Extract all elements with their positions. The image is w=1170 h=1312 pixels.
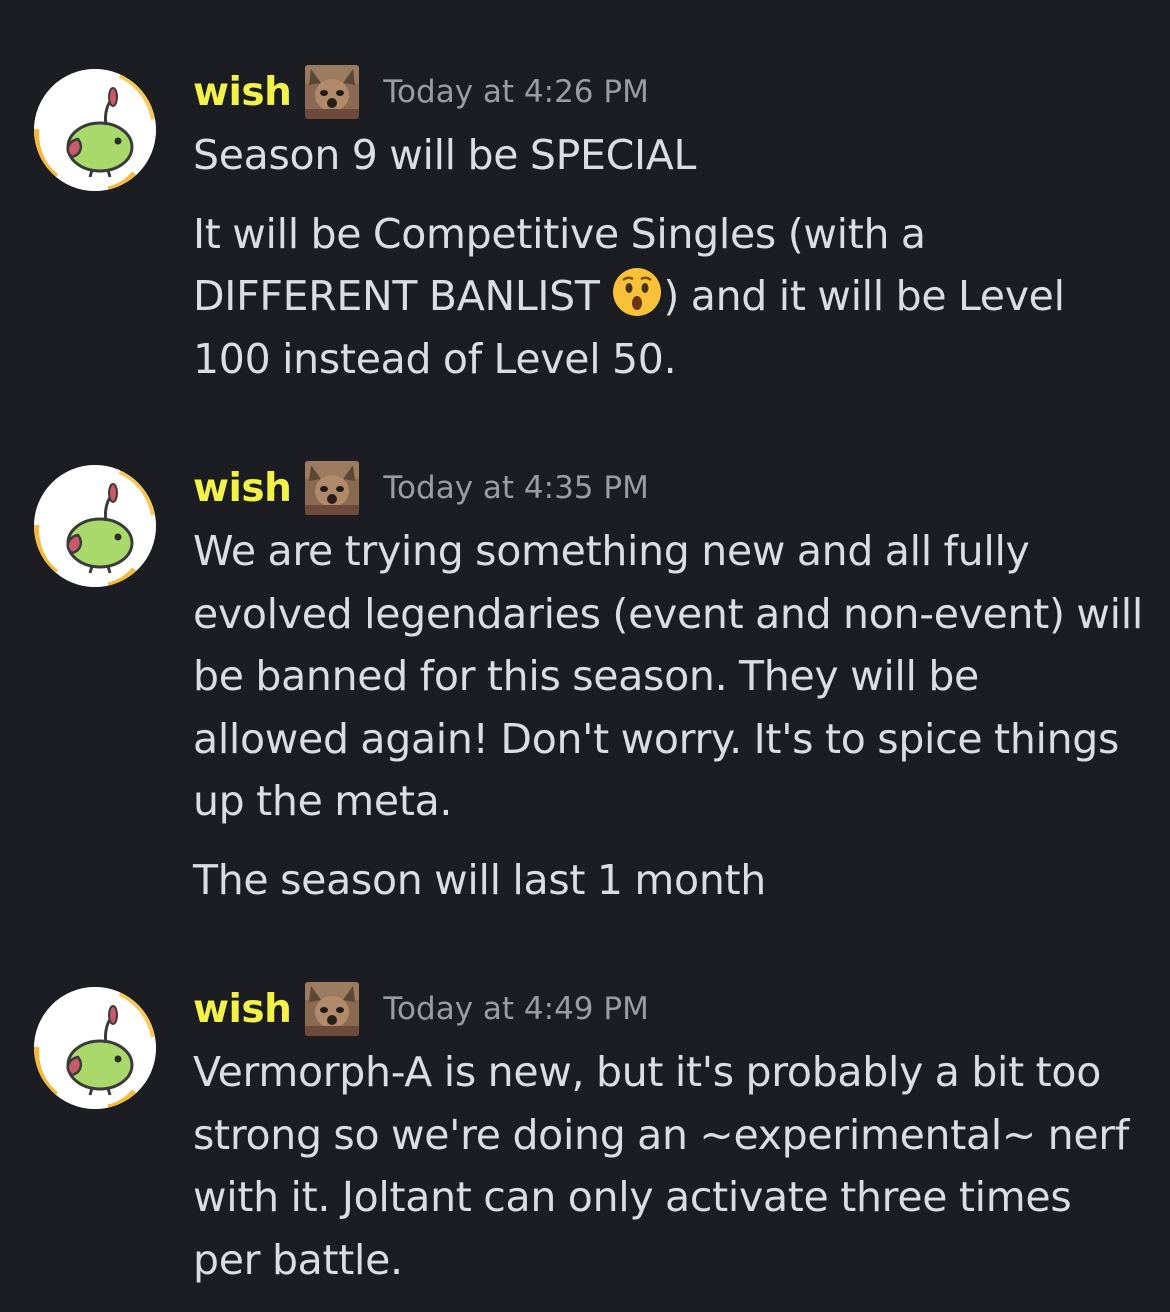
message-text: It will be Competitive Singles (with a D…	[193, 203, 1143, 391]
message-text: Vermorph-A is new, but it's probably a b…	[193, 1048, 1129, 1284]
hushed-face-emoji-icon[interactable]	[611, 266, 663, 318]
green-bird-avatar-icon	[34, 987, 156, 1109]
message-text: Season 9 will be SPECIAL	[193, 131, 697, 179]
avatar[interactable]	[34, 465, 156, 587]
timestamp[interactable]: Today at 4:49 PM	[383, 991, 648, 1027]
cat-face-role-icon[interactable]	[305, 65, 359, 119]
cat-face-role-icon[interactable]	[305, 982, 359, 1036]
avatar[interactable]	[34, 987, 156, 1109]
green-bird-avatar-icon	[34, 69, 156, 191]
timestamp[interactable]: Today at 4:35 PM	[383, 470, 648, 506]
avatar[interactable]	[34, 69, 156, 191]
timestamp[interactable]: Today at 4:26 PM	[383, 74, 648, 110]
username[interactable]: wish	[193, 70, 292, 115]
cat-face-role-icon[interactable]	[305, 461, 359, 515]
username[interactable]: wish	[193, 987, 292, 1032]
username[interactable]: wish	[193, 466, 292, 511]
green-bird-avatar-icon	[34, 465, 156, 587]
message-text: We are trying something new and all full…	[193, 527, 1143, 825]
message-text: The season will last 1 month	[193, 855, 766, 904]
